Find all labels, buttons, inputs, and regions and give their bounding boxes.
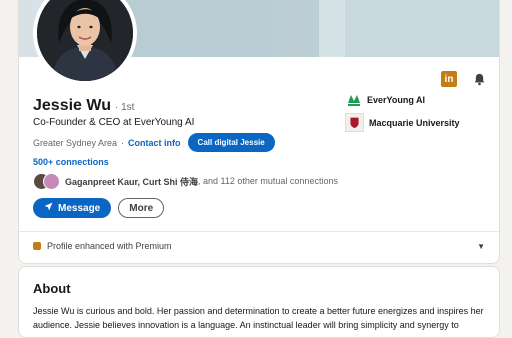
chevron-down-icon[interactable]: ▼: [477, 242, 485, 251]
mutual-avatar: [43, 173, 60, 190]
org-macquarie[interactable]: Macquarie University: [345, 113, 460, 132]
divider: [19, 231, 499, 232]
mutual-avatars: [33, 173, 60, 190]
more-button[interactable]: More: [118, 198, 165, 218]
profile-headline: Co-Founder & CEO at EverYoung AI: [33, 117, 195, 128]
premium-enhanced-row[interactable]: Profile enhanced with Premium ▼: [33, 241, 485, 251]
premium-text: Profile enhanced with Premium: [47, 241, 172, 251]
about-title: About: [33, 281, 71, 296]
org-name: EverYoung AI: [367, 94, 426, 105]
mutual-names[interactable]: Gaganpreet Kaur, Curt Shi 侍海: [65, 175, 198, 188]
macquarie-logo-icon: [345, 113, 364, 132]
profile-avatar[interactable]: [33, 0, 137, 85]
mutual-connections[interactable]: Gaganpreet Kaur, Curt Shi 侍海 , and 112 o…: [33, 173, 338, 190]
profile-card: in Jessie Wu · 1st Co-Founder & CEO at E…: [18, 0, 500, 264]
mutual-rest: , and 112 other mutual connections: [198, 176, 338, 186]
contact-info-link[interactable]: Contact info: [128, 138, 181, 148]
call-digital-button[interactable]: Call digital Jessie: [187, 133, 275, 152]
premium-badge-icon: [33, 242, 41, 250]
profile-name: Jessie Wu: [33, 97, 111, 114]
org-name: Macquarie University: [369, 117, 460, 128]
bell-icon[interactable]: [471, 71, 487, 87]
org-everyoung[interactable]: EverYoung AI: [345, 91, 425, 108]
location-text: Greater Sydney Area: [33, 137, 118, 148]
about-card: About Jessie Wu is curious and bold. Her…: [18, 266, 500, 338]
send-icon: [44, 202, 53, 214]
linkedin-premium-icon[interactable]: in: [441, 71, 457, 87]
name-row: Jessie Wu · 1st: [33, 97, 134, 115]
about-text: Jessie Wu is curious and bold. Her passi…: [33, 306, 484, 337]
separator-dot: ·: [121, 137, 125, 148]
connection-degree: · 1st: [114, 102, 135, 113]
message-button-label: Message: [58, 202, 101, 214]
everyoung-logo-icon: [345, 91, 362, 108]
message-button[interactable]: Message: [33, 198, 112, 218]
connections-link[interactable]: 500+ connections: [33, 157, 109, 167]
location-row: Greater Sydney Area · Contact info Call …: [33, 133, 275, 152]
action-buttons: Message More: [33, 198, 165, 218]
